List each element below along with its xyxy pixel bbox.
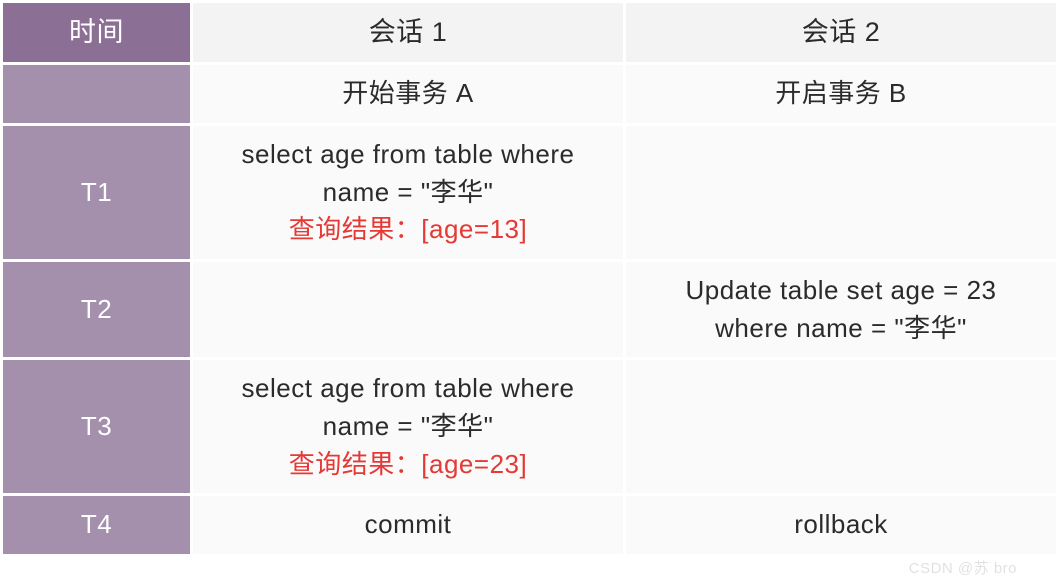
cell-line: name = "李华" bbox=[201, 174, 615, 212]
watermark: CSDN @苏 bro bbox=[909, 557, 1017, 578]
session1-cell: select age from table wherename = "李华"查询… bbox=[192, 359, 625, 495]
session2-cell: rollback bbox=[625, 495, 1057, 556]
session2-cell: Update table set age = 23where name = "李… bbox=[625, 260, 1057, 358]
session1-cell bbox=[192, 260, 625, 358]
table-header-row: 时间 会话 1 会话 2 bbox=[2, 2, 1057, 64]
query-result: 查询结果：[age=23] bbox=[201, 446, 615, 484]
session1-cell: select age from table wherename = "李华"查询… bbox=[192, 124, 625, 260]
cell-line: name = "李华" bbox=[201, 408, 615, 446]
cell-line: Update table set age = 23 bbox=[634, 272, 1048, 310]
time-cell: T4 bbox=[2, 495, 192, 556]
time-cell: T1 bbox=[2, 124, 192, 260]
table-row: T1select age from table wherename = "李华"… bbox=[2, 124, 1057, 260]
cell-line: where name = "李华" bbox=[634, 310, 1048, 348]
cell-line: select age from table where bbox=[201, 136, 615, 174]
session2-cell: 开启事务 B bbox=[625, 64, 1057, 125]
table-row: T3select age from table wherename = "李华"… bbox=[2, 359, 1057, 495]
header-session1: 会话 1 bbox=[192, 2, 625, 64]
time-cell: T3 bbox=[2, 359, 192, 495]
header-session2: 会话 2 bbox=[625, 2, 1057, 64]
session1-cell: 开始事务 A bbox=[192, 64, 625, 125]
query-result: 查询结果：[age=13] bbox=[201, 211, 615, 249]
time-cell: T2 bbox=[2, 260, 192, 358]
transaction-table: 时间 会话 1 会话 2 开始事务 A开启事务 BT1select age fr… bbox=[0, 0, 1057, 557]
cell-line: commit bbox=[201, 506, 615, 544]
time-cell bbox=[2, 64, 192, 125]
cell-line: select age from table where bbox=[201, 370, 615, 408]
cell-line: 开始事务 A bbox=[201, 75, 615, 113]
session1-cell: commit bbox=[192, 495, 625, 556]
cell-line: 开启事务 B bbox=[634, 75, 1048, 113]
header-time: 时间 bbox=[2, 2, 192, 64]
table-row: T2 Update table set age = 23where name = … bbox=[2, 260, 1057, 358]
table-row: T4commit rollback bbox=[2, 495, 1057, 556]
cell-line: rollback bbox=[634, 506, 1048, 544]
session2-cell bbox=[625, 124, 1057, 260]
table-row: 开始事务 A 开启事务 B bbox=[2, 64, 1057, 125]
session2-cell bbox=[625, 359, 1057, 495]
